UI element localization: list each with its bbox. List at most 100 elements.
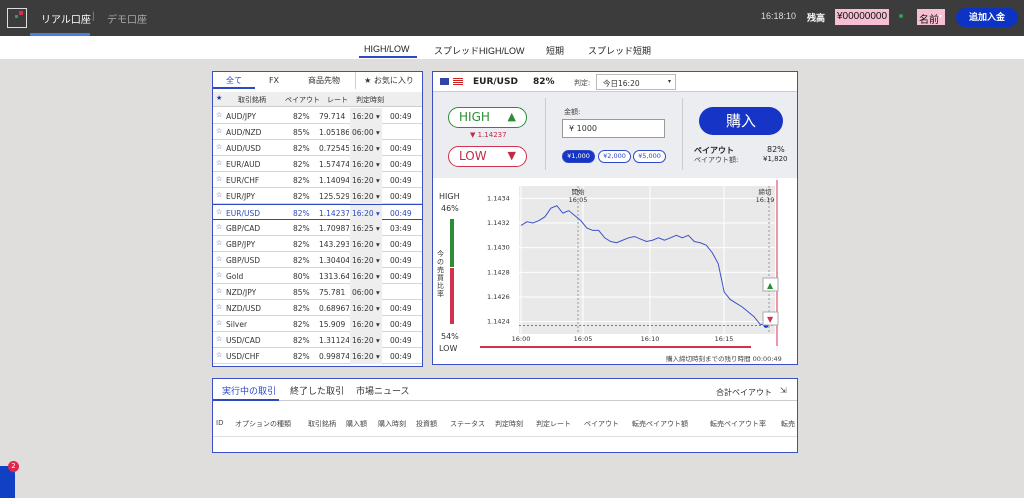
asset-row[interactable]: ☆ GBP/CAD 82% 1.70987 16:25 ▾ 03:49 [213, 220, 422, 236]
favorite-star-icon[interactable]: ☆ [216, 208, 222, 216]
asset-remaining: 00:49 [390, 304, 412, 313]
asset-remaining: 00:49 [390, 160, 412, 169]
asset-row[interactable]: ☆ AUD/USD 82% 0.72545 16:20 ▾ 00:49 [213, 140, 422, 156]
countdown-label: 購入締切時刻までの残り時間 00:00:49 [666, 355, 782, 363]
favorite-star-icon[interactable]: ☆ [216, 239, 222, 247]
asset-tab-commodities[interactable]: 商品先物 [293, 72, 355, 89]
favorite-star-icon[interactable]: ☆ [216, 159, 222, 167]
asset-payout: 82% [293, 352, 310, 361]
trade-header: EUR/USD 82% 判定: 今日16:20 ▾ [433, 72, 797, 92]
low-button[interactable]: LOW ▼ [448, 146, 527, 167]
payout-value: 82% [767, 145, 785, 154]
asset-remaining: 00:49 [390, 336, 412, 345]
asset-expiry[interactable]: 16:20 ▾ [350, 300, 382, 316]
tab-turbo[interactable]: 短期 [546, 44, 564, 57]
logo-icon[interactable] [7, 8, 27, 28]
asset-row[interactable]: ☆ USD/CHF 82% 0.99874 16:20 ▾ 00:49 [213, 348, 422, 364]
asset-rate: 1.57474 [319, 160, 349, 169]
export-icon[interactable]: ⇲ [780, 386, 787, 395]
asset-rate: 1.30404 [319, 256, 349, 265]
trades-column-header: ペイアウト [584, 420, 619, 428]
us-flag-icon [453, 78, 463, 85]
asset-row[interactable]: ☆ GBP/JPY 82% 143.293 16:20 ▾ 00:49 [213, 236, 422, 252]
asset-expiry[interactable]: 16:20 ▾ [350, 268, 382, 284]
trades-column-header: 購入時刻 [378, 420, 406, 428]
asset-expiry[interactable]: 16:20 ▾ [350, 332, 382, 348]
asset-expiry[interactable]: 16:20 ▾ [350, 236, 382, 252]
asset-expiry[interactable]: 16:20 ▾ [350, 188, 382, 204]
tab-spread-highlow[interactable]: スプレッドHIGH/LOW [434, 44, 525, 57]
favorite-star-icon[interactable]: ☆ [216, 143, 222, 151]
tab-highlow[interactable]: HIGH/LOW [364, 44, 410, 54]
asset-tab-favorites[interactable]: ★ お気に入り [355, 72, 422, 89]
real-account-tab[interactable]: リアル口座 [41, 11, 91, 26]
favorite-star-icon[interactable]: ☆ [216, 303, 222, 311]
expiry-select[interactable]: 今日16:20 ▾ [596, 74, 676, 90]
asset-expiry[interactable]: 16:20 ▾ [350, 108, 382, 124]
asset-remaining: 00:49 [390, 192, 412, 201]
asset-row[interactable]: ☆ AUD/NZD 85% 1.05186 06:00 ▾ [213, 124, 422, 140]
buy-button[interactable]: 購入 [699, 107, 783, 135]
asset-tab-all[interactable]: 全て [213, 72, 255, 89]
favorite-star-icon[interactable]: ★ [216, 94, 222, 102]
tab-market-news[interactable]: 市場ニュース [356, 384, 410, 397]
high-button[interactable]: HIGH ▲ [448, 107, 527, 128]
favorite-star-icon[interactable]: ☆ [216, 175, 222, 183]
asset-row[interactable]: ☆ NZD/JPY 85% 75.781 06:00 ▾ [213, 284, 422, 300]
asset-expiry[interactable]: 16:20 ▾ [350, 172, 382, 188]
payout-amount-value: ¥1,820 [763, 155, 788, 163]
asset-expiry[interactable]: 16:25 ▾ [350, 220, 382, 236]
deposit-button[interactable]: 追加入金 [956, 8, 1018, 27]
asset-row[interactable]: ☆ Gold 80% 1313.64 16:20 ▾ 00:49 [213, 268, 422, 284]
col-expiry: 判定時刻 [356, 96, 384, 104]
asset-name: EUR/USD [226, 209, 260, 218]
asset-expiry[interactable]: 06:00 ▾ [350, 284, 382, 300]
asset-expiry[interactable]: 06:00 ▾ [350, 124, 382, 140]
asset-expiry[interactable]: 16:20 ▾ [350, 316, 382, 332]
asset-row[interactable]: ☆ EUR/JPY 82% 125.529 16:20 ▾ 00:49 [213, 188, 422, 204]
asset-tab-fx[interactable]: FX [255, 72, 293, 89]
chevron-down-icon[interactable]: ▾ [939, 13, 942, 20]
asset-remaining: 00:49 [390, 144, 412, 153]
chip-1000[interactable]: ¥1,000 [562, 150, 595, 163]
favorite-star-icon[interactable]: ☆ [216, 319, 222, 327]
asset-row[interactable]: ☆ Silver 82% 15.909 16:20 ▾ 00:49 [213, 316, 422, 332]
favorite-star-icon[interactable]: ☆ [216, 351, 222, 359]
favorite-star-icon[interactable]: ☆ [216, 271, 222, 279]
amount-input[interactable]: ¥ 1000 [562, 119, 665, 138]
tab-active-trades[interactable]: 実行中の取引 [222, 384, 276, 397]
demo-account-tab[interactable]: デモ口座 [107, 11, 147, 26]
asset-name: NZD/JPY [226, 288, 257, 297]
asset-expiry[interactable]: 16:20 ▾ [350, 140, 382, 156]
asset-expiry[interactable]: 16:20 ▾ [350, 252, 382, 268]
asset-row[interactable]: ☆ EUR/AUD 82% 1.57474 16:20 ▾ 00:49 [213, 156, 422, 172]
deadline-time: 16:19 [756, 196, 775, 204]
asset-row[interactable]: ☆ EUR/USD 82% 1.14237 16:20 ▾ 00:49 [213, 204, 422, 221]
favorite-star-icon[interactable]: ☆ [216, 127, 222, 135]
tab-closed-trades[interactable]: 終了した取引 [290, 384, 344, 397]
favorite-star-icon[interactable]: ☆ [216, 223, 222, 231]
asset-row[interactable]: ☆ AUD/JPY 82% 79.714 16:20 ▾ 00:49 [213, 108, 422, 124]
asset-expiry[interactable]: 16:20 ▾ [350, 348, 382, 364]
favorite-star-icon[interactable]: ☆ [216, 287, 222, 295]
asset-remaining: 00:49 [390, 256, 412, 265]
chip-5000[interactable]: ¥5,000 [633, 150, 666, 163]
asset-expiry[interactable]: 16:20 ▾ [350, 156, 382, 172]
favorite-star-icon[interactable]: ☆ [216, 191, 222, 199]
amount-label: 金額: [564, 108, 581, 116]
tab-spread-turbo[interactable]: スプレッド短期 [588, 44, 651, 57]
asset-row[interactable]: ☆ NZD/USD 82% 0.68967 16:20 ▾ 00:49 [213, 300, 422, 316]
chip-2000[interactable]: ¥2,000 [598, 150, 631, 163]
asset-expiry[interactable]: 16:20 ▾ [350, 205, 382, 221]
arrow-up-icon: ▲ [767, 281, 774, 290]
asset-row[interactable]: ☆ USD/CAD 82% 1.31124 16:20 ▾ 00:49 [213, 332, 422, 348]
favorite-star-icon[interactable]: ☆ [216, 111, 222, 119]
asset-payout: 82% [293, 320, 310, 329]
asset-row[interactable]: ☆ EUR/CHF 82% 1.14094 16:20 ▾ 00:49 [213, 172, 422, 188]
trades-column-header: オプションの種類 [235, 420, 291, 428]
y-tick-label: 1.1430 [487, 244, 510, 252]
favorite-star-icon[interactable]: ☆ [216, 255, 222, 263]
favorite-star-icon[interactable]: ☆ [216, 335, 222, 343]
asset-row[interactable]: ☆ GBP/USD 82% 1.30404 16:20 ▾ 00:49 [213, 252, 422, 268]
col-rate: レート [327, 96, 348, 104]
